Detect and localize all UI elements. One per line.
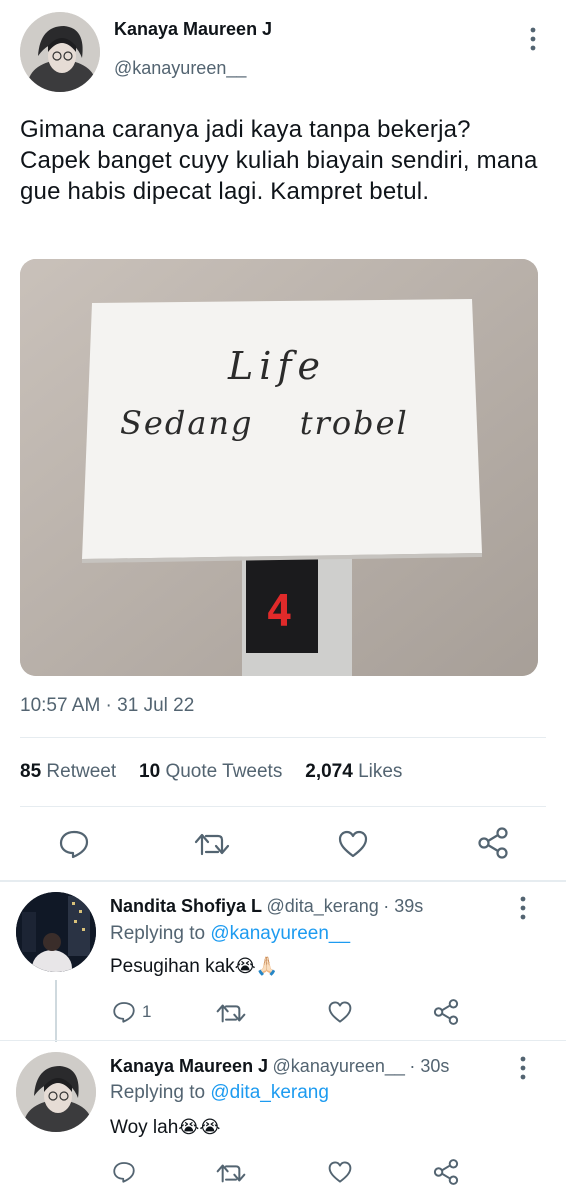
crying-emoji: 😭😭 (178, 1117, 221, 1138)
reply-icon[interactable] (112, 1160, 136, 1184)
reply-author-handle[interactable]: @kanayureen__ (273, 1056, 405, 1076)
like-icon[interactable] (337, 829, 369, 859)
reply-count: 1 (142, 1002, 152, 1021)
profile-photo (20, 12, 100, 92)
divider (20, 806, 546, 807)
replying-prefix: Replying to (110, 923, 206, 944)
reply-header: Nandita Shofiya L @dita_kerang · 39s (110, 896, 423, 917)
like-icon[interactable] (327, 1000, 353, 1024)
retweet-label: Retweet (46, 761, 117, 782)
note-line-1: Life (228, 344, 326, 388)
author-name[interactable]: Kanaya Maureen J (114, 19, 272, 40)
retweet-count: 85 (20, 761, 42, 782)
profile-photo (16, 1052, 96, 1132)
reply-text: Pesugihan kak😭🙏🏻 (110, 956, 278, 978)
like-label: Likes (358, 761, 403, 782)
quote-label: Quote Tweets (165, 761, 283, 782)
crying-praying-emoji: 😭🙏🏻 (234, 956, 279, 977)
share-icon[interactable] (432, 998, 460, 1026)
more-options-icon[interactable] (528, 26, 538, 52)
reply-text-body: Woy lah (110, 1117, 179, 1138)
retweet-stat[interactable]: 85 Retweet (20, 761, 116, 782)
share-icon[interactable] (432, 1158, 460, 1186)
replying-to-link[interactable]: @dita_kerang (210, 1082, 329, 1103)
note-line-2: Sedang trobel (120, 404, 409, 442)
quote-count: 10 (139, 761, 161, 782)
replying-to-link[interactable]: @kanayureen__ (210, 923, 350, 944)
quote-stat[interactable]: 10 Quote Tweets (139, 761, 282, 782)
floor-number: 4 (266, 586, 293, 637)
reply-header: Kanaya Maureen J @kanayureen__ · 30s (110, 1056, 449, 1077)
replying-to: Replying to @kanayureen__ (110, 923, 350, 945)
like-stat[interactable]: 2,074 Likes (305, 761, 402, 782)
avatar[interactable] (20, 12, 100, 92)
reply-icon[interactable] (58, 829, 90, 859)
avatar[interactable] (16, 1052, 96, 1132)
tweet-text: Gimana caranya jadi kaya tanpa bekerja? … (20, 116, 538, 205)
share-icon[interactable] (476, 826, 510, 860)
more-options-icon[interactable] (518, 895, 528, 921)
reply-time[interactable]: · 30s (409, 1056, 449, 1076)
reply-author-handle[interactable]: @dita_kerang (266, 896, 378, 916)
reply-author-name[interactable]: Kanaya Maureen J (110, 1056, 268, 1076)
author-handle[interactable]: @kanayureen__ (114, 58, 246, 79)
retweet-icon[interactable] (216, 1001, 246, 1025)
replying-prefix: Replying to (110, 1082, 206, 1103)
reply-text-body: Pesugihan kak (110, 956, 235, 977)
retweet-icon[interactable] (194, 830, 230, 858)
retweet-icon[interactable] (216, 1161, 246, 1185)
profile-photo (16, 892, 96, 972)
more-options-icon[interactable] (518, 1055, 528, 1081)
like-icon[interactable] (327, 1160, 353, 1184)
divider (20, 737, 546, 738)
replying-to: Replying to @dita_kerang (110, 1082, 329, 1104)
reply-author-name[interactable]: Nandita Shofiya L (110, 896, 262, 916)
divider (0, 880, 566, 882)
like-count: 2,074 (305, 761, 353, 782)
thread-line (55, 980, 57, 1042)
tweet-stats: 85 Retweet 10 Quote Tweets 2,074 Likes (20, 761, 402, 783)
tweet-timestamp[interactable]: 10:57 AM · 31 Jul 22 (20, 695, 194, 717)
avatar[interactable] (16, 892, 96, 972)
reply-text: Woy lah😭😭 (110, 1117, 220, 1139)
reply-time[interactable]: · 39s (383, 896, 423, 916)
divider (0, 1040, 566, 1041)
reply-icon[interactable] (112, 1000, 136, 1024)
